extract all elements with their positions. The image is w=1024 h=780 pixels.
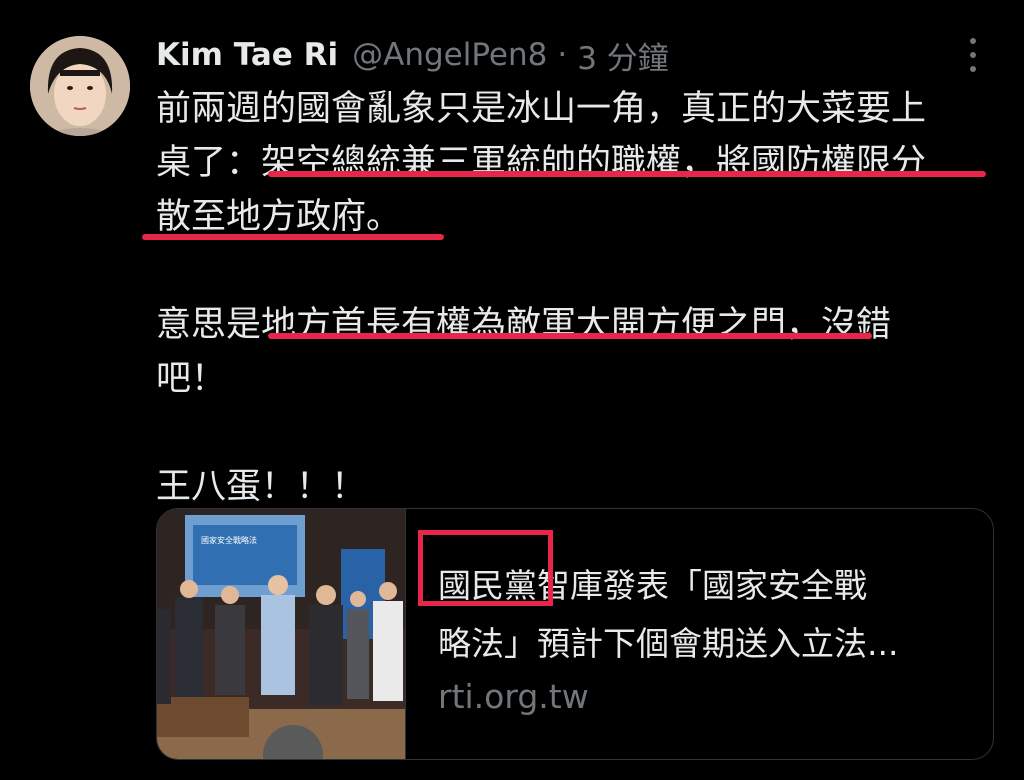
link-title-line: 略法」預計下個會期送入立法... (438, 624, 899, 663)
thumbnail-photo: 國家安全戰略法 (157, 509, 405, 759)
thumbnail-screen-text: 國家安全戰略法 (201, 535, 257, 545)
author-handle[interactable]: @AngelPen8 (352, 37, 547, 73)
highlight-underline (268, 171, 986, 177)
tweet-timestamp[interactable]: 3 分鐘 (577, 33, 669, 78)
link-domain: rti.org.tw (438, 677, 589, 716)
avatar-photo (30, 36, 130, 136)
more-options-icon[interactable] (958, 38, 988, 72)
highlight-underline (142, 234, 444, 240)
author-name[interactable]: Kim Tae Ri (156, 37, 338, 73)
tweet-line: 前兩週的國會亂象只是冰山一角，真正的大菜要上 (156, 89, 927, 129)
tweet-line: 吧！ (156, 359, 227, 399)
tweet-line: 意思是地方首長有權為敵軍大開方便之門，沒錯 (156, 305, 892, 345)
tweet-text: 前兩週的國會亂象只是冰山一角，真正的大菜要上 桌了：架空總統兼三軍統帥的職權，將… (156, 82, 996, 514)
author-avatar[interactable] (30, 36, 130, 136)
tweet-line: 桌了：架空總統兼三軍統帥的職權，將國防權限分 (156, 143, 927, 183)
link-preview-card[interactable]: 國家安全戰略法 國民黨智庫發表「國家安全戰 略法」預計下個會期送入立法... r… (156, 508, 994, 760)
link-thumbnail: 國家安全戰略法 (157, 509, 406, 759)
header-separator: · (557, 37, 568, 73)
highlight-box (418, 530, 553, 606)
highlight-underline (268, 333, 872, 339)
tweet-line: 王八蛋！！！ (156, 467, 367, 507)
tweet-header: Kim Tae Ri @AngelPen8 · 3 分鐘 (156, 30, 669, 80)
